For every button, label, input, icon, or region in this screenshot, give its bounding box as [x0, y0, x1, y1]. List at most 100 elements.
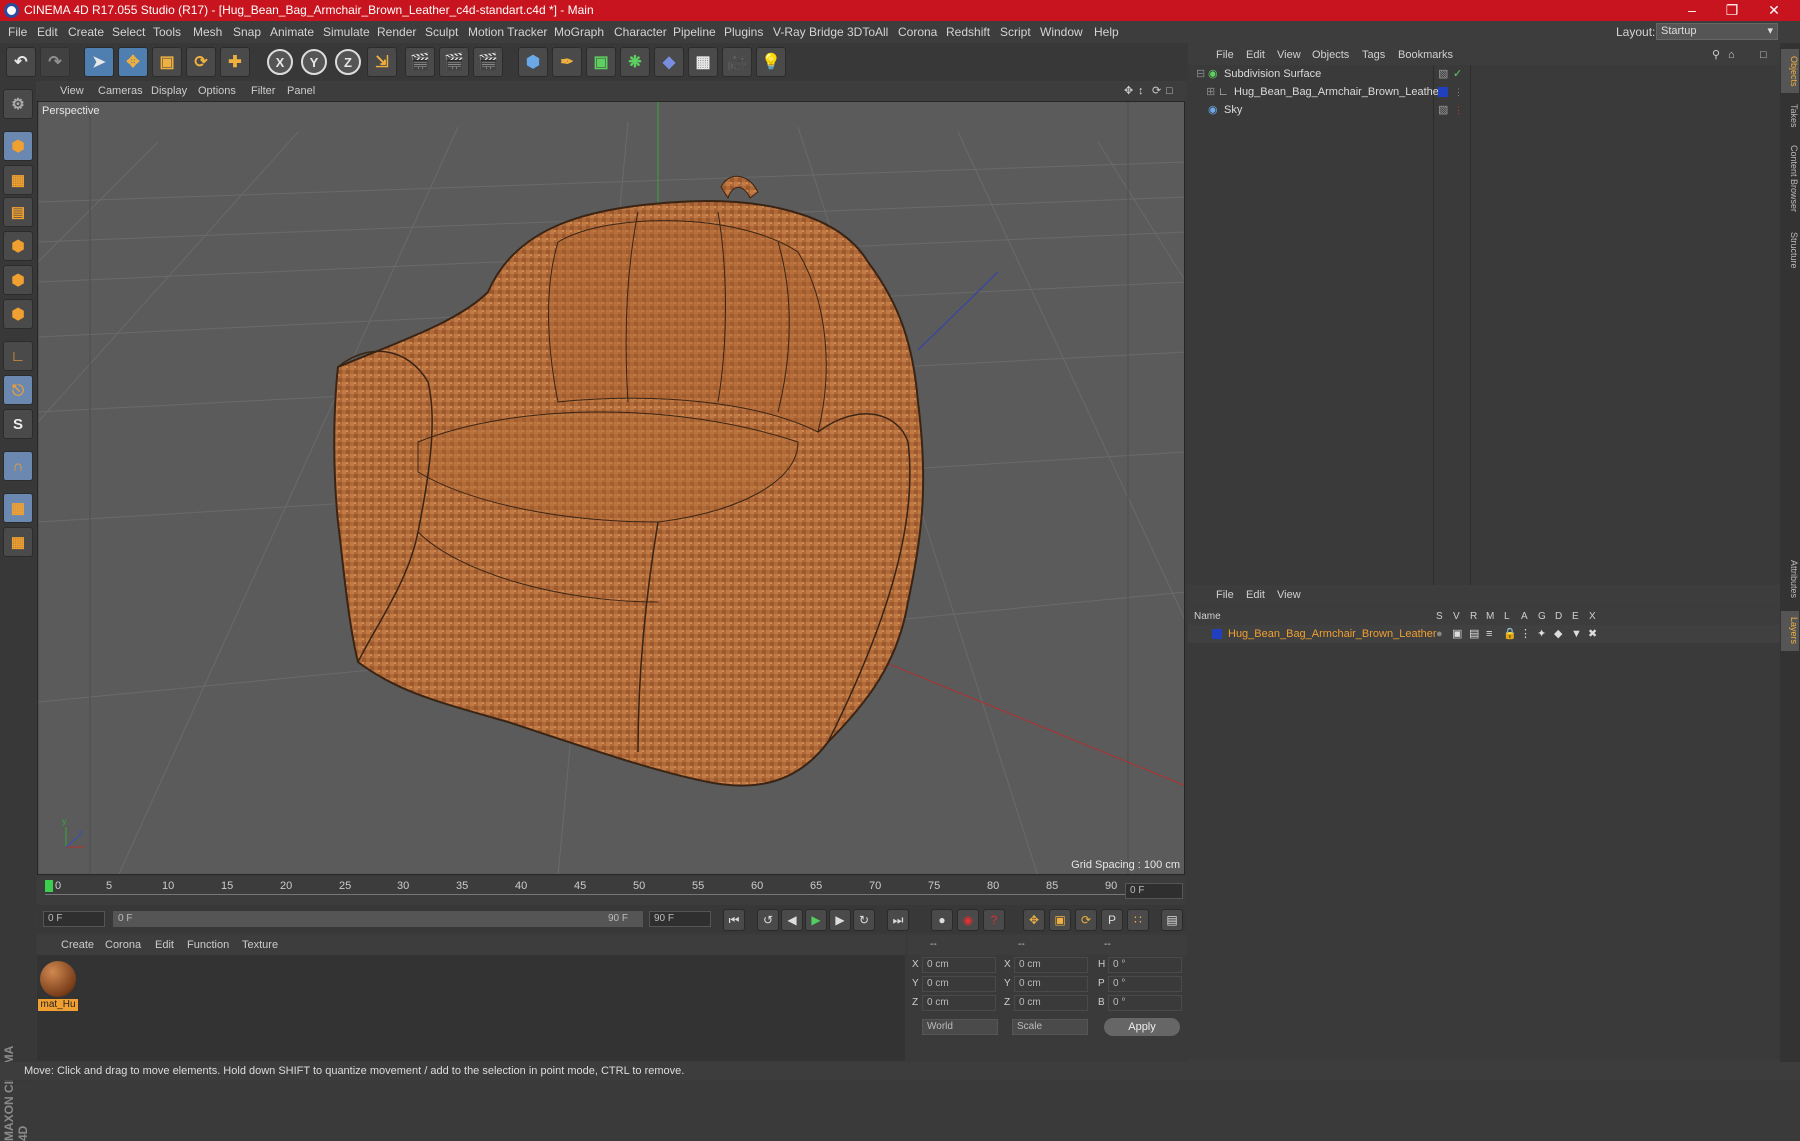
- select-tool-button[interactable]: ➤: [84, 47, 114, 77]
- spline-pen-button[interactable]: ✒: [552, 47, 582, 77]
- next-key-button[interactable]: ↻: [853, 909, 875, 931]
- search-icon[interactable]: ⚲: [1712, 45, 1720, 65]
- obj-menu-view[interactable]: View: [1277, 45, 1301, 65]
- cloner-button[interactable]: ❋: [620, 47, 650, 77]
- prev-key-button[interactable]: ↺: [757, 909, 779, 931]
- viewport-menu-panel[interactable]: Panel: [287, 81, 315, 101]
- menu-select[interactable]: Select: [112, 21, 145, 43]
- menu-snap[interactable]: Snap: [233, 21, 261, 43]
- solo-icon[interactable]: ●: [1436, 625, 1443, 643]
- points-mode-button[interactable]: ⬢: [3, 231, 33, 261]
- layer-row[interactable]: Hug_Bean_Bag_Armchair_Brown_Leather ● ▣ …: [1188, 625, 1780, 643]
- axis-mode-button[interactable]: ∟: [3, 341, 33, 371]
- xref-icon[interactable]: ✖: [1588, 625, 1597, 643]
- object-row-sky[interactable]: ◉ Sky ▧ ⋮: [1188, 101, 1780, 119]
- enabled-check-icon[interactable]: ✓: [1453, 65, 1462, 83]
- apply-button[interactable]: Apply: [1104, 1018, 1180, 1036]
- menu-file[interactable]: File: [8, 21, 27, 43]
- workplane-mode-button[interactable]: ▤: [3, 197, 33, 227]
- menu-render[interactable]: Render: [377, 21, 416, 43]
- tweak-mode-button[interactable]: ⎋: [3, 375, 33, 405]
- viewport-menu-filter[interactable]: Filter: [251, 81, 275, 101]
- position-z-field[interactable]: 0 cm: [922, 995, 996, 1011]
- floor-button[interactable]: ▦: [688, 47, 718, 77]
- mat-menu-function[interactable]: Function: [187, 935, 229, 955]
- obj-menu-tags[interactable]: Tags: [1362, 45, 1385, 65]
- subdivision-surface-button[interactable]: ▣: [586, 47, 616, 77]
- menu-simulate[interactable]: Simulate: [323, 21, 370, 43]
- visibility-dots-icon[interactable]: ⋮: [1454, 101, 1463, 119]
- collapse-icon[interactable]: ⊟: [1196, 65, 1205, 83]
- render-view-button[interactable]: 🎬: [405, 47, 435, 77]
- go-to-end-button[interactable]: ⏭: [887, 909, 909, 931]
- start-frame-field[interactable]: 0 F: [43, 911, 105, 927]
- mat-menu-edit[interactable]: Edit: [155, 935, 174, 955]
- render-icon[interactable]: ▤: [1469, 625, 1479, 643]
- key-position-button[interactable]: ✥: [1023, 909, 1045, 931]
- generators-icon[interactable]: ✦: [1537, 625, 1546, 643]
- viewport-nav-move-icon[interactable]: ✥: [1124, 81, 1133, 101]
- rotation-p-field[interactable]: 0 °: [1108, 976, 1182, 992]
- key-param-button[interactable]: P: [1101, 909, 1123, 931]
- menu-edit[interactable]: Edit: [37, 21, 58, 43]
- tab-layers[interactable]: Layers: [1781, 611, 1799, 651]
- viewport-nav-zoom-icon[interactable]: ↕: [1138, 81, 1144, 101]
- menu-tools[interactable]: Tools: [153, 21, 181, 43]
- menu-redshift[interactable]: Redshift: [946, 21, 990, 43]
- close-button[interactable]: ✕: [1754, 0, 1794, 21]
- viewport-menu-cameras[interactable]: Cameras: [98, 81, 143, 101]
- menu-plugins[interactable]: Plugins: [724, 21, 763, 43]
- menu-script[interactable]: Script: [1000, 21, 1031, 43]
- move-tool-button[interactable]: ✥: [118, 47, 148, 77]
- play-button[interactable]: ▶: [805, 909, 827, 931]
- menu-help[interactable]: Help: [1094, 21, 1119, 43]
- obj-menu-bookmarks[interactable]: Bookmarks: [1398, 45, 1453, 65]
- frame-range-slider[interactable]: 0 F 90 F: [113, 911, 643, 927]
- tab-takes[interactable]: Takes: [1781, 99, 1799, 133]
- mat-menu-create[interactable]: Create: [61, 935, 94, 955]
- menu-mograph[interactable]: MoGraph: [554, 21, 604, 43]
- obj-menu-edit[interactable]: Edit: [1246, 45, 1265, 65]
- maximize-button[interactable]: ❐: [1712, 0, 1752, 21]
- rotation-b-field[interactable]: 0 °: [1108, 995, 1182, 1011]
- minimize-button[interactable]: –: [1672, 0, 1712, 21]
- make-editable-button[interactable]: ⚙: [3, 89, 33, 119]
- playhead-marker[interactable]: [45, 880, 53, 892]
- coordinate-system-button[interactable]: ⇲: [367, 47, 397, 77]
- panel-maximize-icon[interactable]: □: [1760, 45, 1767, 65]
- visibility-dots-icon[interactable]: ⋮: [1454, 83, 1463, 101]
- layer-color-swatch[interactable]: [1438, 87, 1448, 97]
- layer-menu-edit[interactable]: Edit: [1246, 585, 1265, 605]
- timeline-window-button[interactable]: ▤: [1161, 909, 1183, 931]
- lock-workplane-button[interactable]: ▦: [3, 493, 33, 523]
- position-x-field[interactable]: 0 cm: [922, 957, 996, 973]
- menu-vray-bridge[interactable]: V-Ray Bridge: [773, 21, 844, 43]
- redo-button[interactable]: ↷: [40, 47, 70, 77]
- lock-icon[interactable]: 🔒: [1503, 625, 1517, 643]
- record-keys-button[interactable]: ●: [931, 909, 953, 931]
- menu-pipeline[interactable]: Pipeline: [673, 21, 716, 43]
- viewport-menu-options[interactable]: Options: [198, 81, 236, 101]
- expressions-icon[interactable]: ▼: [1571, 625, 1582, 643]
- perspective-viewport[interactable]: y z Perspective Grid Spacing : 100 cm: [37, 101, 1185, 875]
- edges-mode-button[interactable]: ⬢: [3, 265, 33, 295]
- home-icon[interactable]: ⌂: [1728, 45, 1735, 65]
- key-pla-button[interactable]: ∷: [1127, 909, 1149, 931]
- menu-sculpt[interactable]: Sculpt: [425, 21, 458, 43]
- live-selection-button[interactable]: ✚: [220, 47, 250, 77]
- prev-frame-button[interactable]: ◀: [781, 909, 803, 931]
- light-button[interactable]: 💡: [756, 47, 786, 77]
- layer-menu-file[interactable]: File: [1216, 585, 1234, 605]
- snap-button[interactable]: S: [3, 409, 33, 439]
- object-row-armchair[interactable]: ⊞ ∟ Hug_Bean_Bag_Armchair_Brown_Leather …: [1188, 83, 1780, 101]
- deformer-button[interactable]: ◆: [654, 47, 684, 77]
- key-rotation-button[interactable]: ⟳: [1075, 909, 1097, 931]
- tab-structure[interactable]: Structure: [1781, 225, 1799, 275]
- tab-attributes[interactable]: Attributes: [1781, 551, 1799, 607]
- size-y-field[interactable]: 0 cm: [1014, 976, 1088, 992]
- menu-corona[interactable]: Corona: [898, 21, 937, 43]
- armchair-model[interactable]: [333, 175, 925, 787]
- mat-menu-corona[interactable]: Corona: [105, 935, 141, 955]
- coord-mode-select[interactable]: World: [922, 1019, 998, 1035]
- go-to-start-button[interactable]: ⏮: [723, 909, 745, 931]
